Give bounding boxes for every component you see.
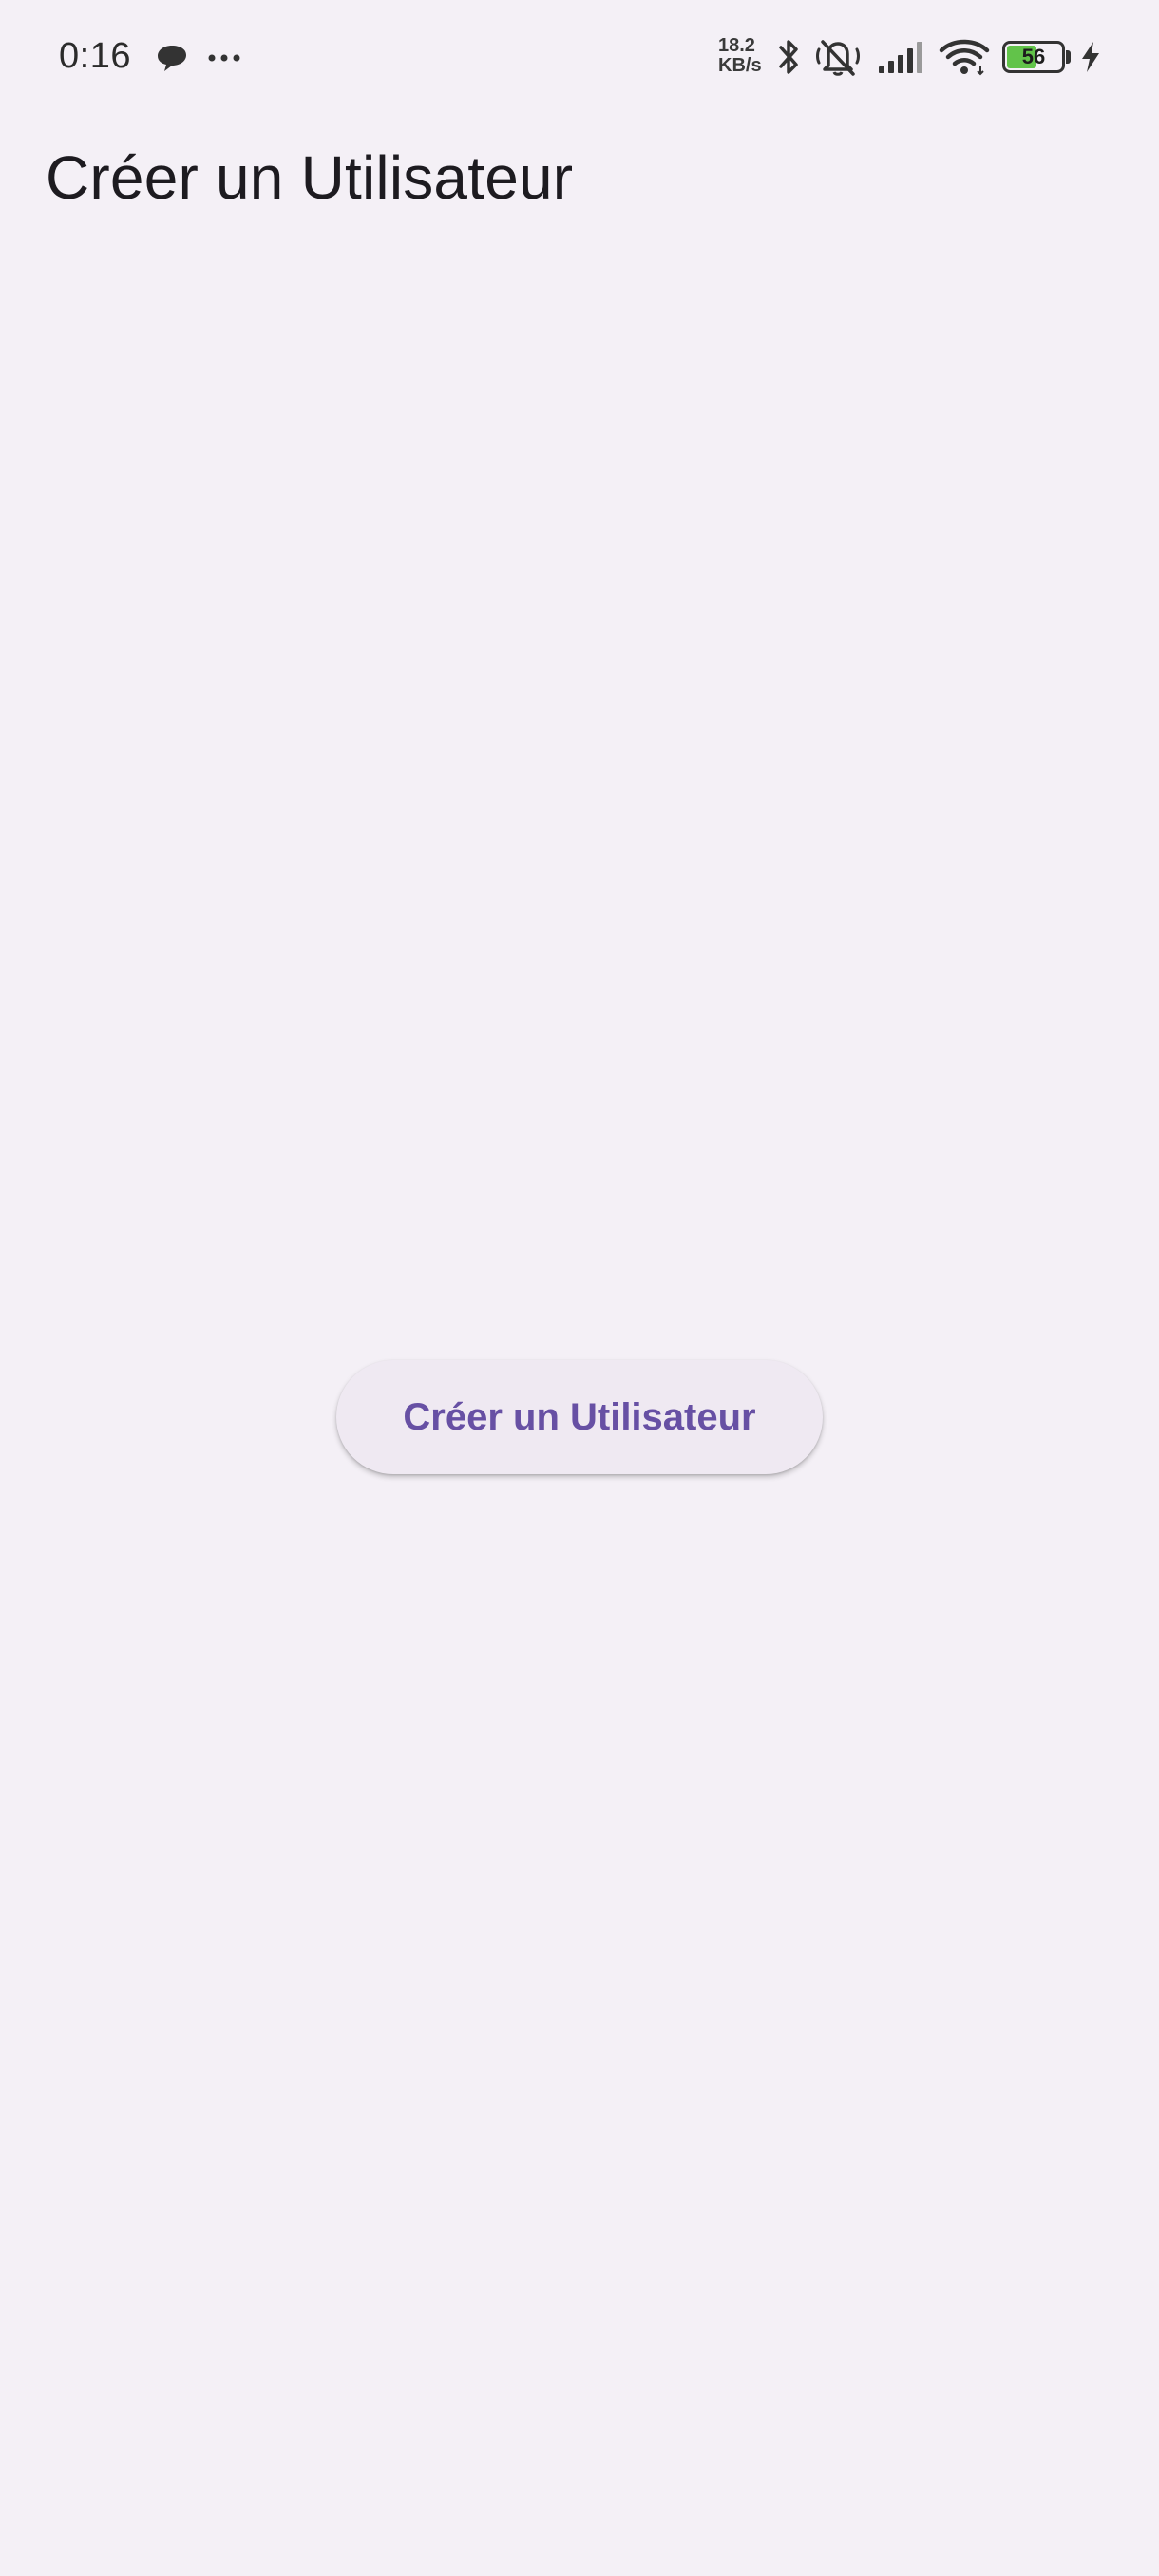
network-speed: 18.2 KB/s bbox=[718, 36, 775, 76]
more-dots-icon bbox=[208, 54, 240, 62]
page-title: Créer un Utilisateur bbox=[46, 143, 574, 212]
battery-cap bbox=[1066, 50, 1071, 64]
network-speed-value: 18.2 bbox=[718, 35, 755, 56]
battery-indicator: 56 bbox=[1002, 41, 1071, 73]
battery-icon: 56 bbox=[1002, 41, 1065, 73]
status-time: 0:16 bbox=[59, 36, 131, 76]
bluetooth-icon bbox=[779, 40, 798, 74]
wifi-icon bbox=[939, 39, 990, 76]
battery-level: 56 bbox=[1021, 45, 1046, 68]
screen: 0:16 18.2 KB/s 56 Créer un Utilisateur C… bbox=[0, 0, 1159, 2576]
notifications-off-icon bbox=[816, 40, 860, 76]
chat-bubble-icon bbox=[158, 46, 186, 71]
create-user-button[interactable]: Créer un Utilisateur bbox=[336, 1360, 823, 1474]
status-bar: 0:16 18.2 KB/s 56 bbox=[0, 0, 1159, 114]
signal-icon bbox=[879, 42, 922, 73]
network-speed-unit: KB/s bbox=[718, 55, 762, 76]
charging-icon bbox=[1082, 42, 1099, 72]
